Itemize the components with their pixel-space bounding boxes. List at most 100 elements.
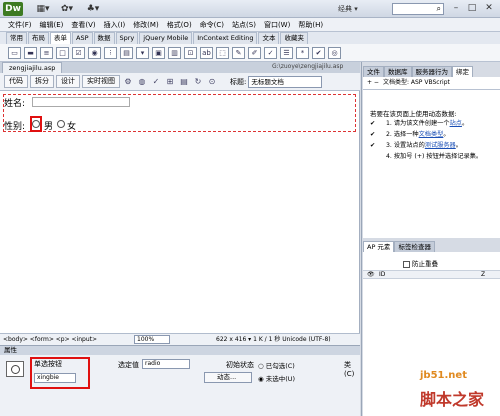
tab-bindings[interactable]: 绑定 — [452, 66, 473, 77]
menu-modify[interactable]: 修改(M) — [129, 18, 163, 31]
visual-aids-icon[interactable]: ⊙ — [206, 76, 218, 88]
preview-icon[interactable]: ▤ — [178, 76, 190, 88]
male-radio[interactable] — [32, 120, 40, 128]
document-type-link[interactable]: 文档类型 — [419, 131, 444, 138]
initial-checked-radio[interactable]: ○ 已勾选(C) — [258, 360, 295, 370]
maximize-icon[interactable]: □ — [464, 2, 480, 15]
dynamic-button[interactable]: 动态... — [204, 372, 252, 383]
spry-select-icon[interactable]: ☰ — [280, 46, 293, 59]
gear-icon[interactable]: ✿▾ — [58, 3, 76, 15]
search-input[interactable]: ⌕ — [392, 3, 444, 15]
tab-common[interactable]: 常用 — [6, 32, 27, 44]
tab-server-behaviors[interactable]: 服务器行为 — [411, 66, 452, 77]
female-radio[interactable] — [57, 120, 65, 128]
select-icon[interactable]: ▤ — [120, 46, 133, 59]
check-icon: ✔ — [370, 120, 376, 127]
menu-view[interactable]: 查看(V) — [67, 18, 99, 31]
checkbox-icon[interactable] — [403, 260, 410, 268]
initial-state-label: 初始状态 — [226, 361, 254, 369]
menu-window[interactable]: 窗口(W) — [260, 18, 294, 31]
minimize-icon[interactable]: – — [448, 2, 464, 15]
zoom-select[interactable]: 100% — [134, 335, 170, 344]
site-icon[interactable]: ♣▾ — [84, 3, 102, 15]
code-view-button[interactable]: 代码 — [4, 75, 28, 88]
menu-file[interactable]: 文件(F) — [4, 18, 36, 31]
workspace-switcher[interactable]: 经典 ▾ — [338, 3, 388, 15]
testing-server-link[interactable]: 测试服务器 — [425, 142, 456, 149]
tab-asp[interactable]: ASP — [72, 32, 93, 44]
close-icon[interactable]: ✕ — [481, 2, 497, 15]
title-label: 标题: — [230, 77, 247, 86]
step-number: 3. — [386, 142, 392, 149]
document-type: + − 文档类型: ASP VBScript — [363, 77, 500, 90]
tab-forms[interactable]: 表单 — [50, 32, 71, 44]
fieldset-icon[interactable]: ⬚ — [216, 46, 229, 59]
radio-icon[interactable]: ◉ — [88, 46, 101, 59]
spry-password-icon[interactable]: * — [296, 46, 309, 59]
element-type-label: 单选按钮 — [34, 360, 62, 368]
form-icon[interactable]: ▭ — [8, 46, 21, 59]
jump-menu-icon[interactable]: ▾ — [136, 46, 149, 59]
radio-name-input[interactable]: xingbie — [34, 373, 76, 383]
layout-icon[interactable]: ▦▾ — [34, 3, 52, 15]
step-4: 4. 按加号 (+) 按钮并选择记录集。 — [370, 153, 496, 173]
document-tab[interactable]: zengjiajilu.asp — [2, 62, 63, 73]
tab-tag-inspector[interactable]: 标签检查器 — [394, 241, 435, 252]
button-icon[interactable]: □ — [56, 46, 69, 59]
menu-help[interactable]: 帮助(H) — [294, 18, 327, 31]
eye-icon[interactable]: 👁 — [367, 271, 375, 279]
tab-layout[interactable]: 布局 — [28, 32, 49, 44]
prevent-overlap-checkbox[interactable]: 防止重叠 — [403, 258, 438, 268]
add-icon[interactable]: + − — [367, 79, 379, 86]
site-link[interactable]: 站点 — [450, 120, 462, 127]
menu-insert[interactable]: 插入(I) — [100, 18, 130, 31]
tab-incontext-editing[interactable]: InContext Editing — [193, 32, 258, 44]
menu-format[interactable]: 格式(O) — [163, 18, 196, 31]
spry-confirm-icon[interactable]: ✔ — [312, 46, 325, 59]
label-icon[interactable]: ab — [200, 46, 213, 59]
checkbox-icon[interactable]: ☑ — [72, 46, 85, 59]
name-input[interactable] — [32, 97, 130, 107]
tab-databases[interactable]: 数据库 — [384, 66, 412, 77]
spry-text-icon[interactable]: ✎ — [232, 46, 245, 59]
check-icon[interactable]: ✓ — [150, 76, 162, 88]
image-field-icon[interactable]: ▣ — [152, 46, 165, 59]
tab-text[interactable]: 文本 — [258, 32, 280, 44]
menu-commands[interactable]: 命令(C) — [196, 18, 228, 31]
ap-panel-tabs: AP 元素 标签检查器 — [363, 241, 500, 252]
split-view-button[interactable]: 拆分 — [30, 75, 54, 88]
panel-tabs: 文件 数据库 服务器行为 绑定 — [363, 66, 500, 77]
menu-edit[interactable]: 编辑(E) — [36, 18, 68, 31]
initial-unchecked-radio[interactable]: ◉ 未选中(U) — [258, 373, 295, 383]
spry-textarea-icon[interactable]: ✐ — [248, 46, 261, 59]
step-text: 选择一种 — [393, 131, 419, 138]
radio-group-icon[interactable]: ⁝ — [104, 46, 117, 59]
grid-icon[interactable]: ⊞ — [164, 76, 176, 88]
design-view-button[interactable]: 设计 — [56, 75, 80, 88]
button-field-icon[interactable]: ⊡ — [184, 46, 197, 59]
tag-selector[interactable]: <body> <form> <p> <input> — [3, 334, 97, 345]
document-title-input[interactable]: 无标题文档 — [248, 75, 323, 88]
tab-jquery-mobile[interactable]: jQuery Mobile — [139, 32, 193, 44]
file-field-icon[interactable]: ▥ — [168, 46, 181, 59]
design-canvas[interactable]: 姓名: 性别: 男 女 — [0, 91, 360, 333]
refresh-icon[interactable]: ↻ — [192, 76, 204, 88]
spry-radio-icon[interactable]: ◎ — [328, 46, 341, 59]
checked-value-input[interactable]: radio — [142, 359, 190, 369]
tab-spry[interactable]: Spry — [115, 32, 139, 44]
tab-data[interactable]: 数据 — [93, 32, 115, 44]
document-tab-bar: zengjiajilu.asp G:\zuoye\zengjiajilu.asp — [0, 62, 360, 73]
textarea-icon[interactable]: ≡ — [40, 46, 53, 59]
inspect-icon[interactable]: ⚙ — [122, 76, 134, 88]
globe-icon[interactable]: ◍ — [136, 76, 148, 88]
spry-checkbox-icon[interactable]: ✓ — [264, 46, 277, 59]
tab-files[interactable]: 文件 — [363, 66, 384, 77]
properties-header[interactable]: 属性 — [0, 345, 360, 355]
document-path: G:\zuoye\zengjiajilu.asp — [272, 63, 344, 70]
menu-site[interactable]: 站点(S) — [228, 18, 260, 31]
tab-favorites[interactable]: 收藏夹 — [280, 32, 308, 44]
live-view-button[interactable]: 实时视图 — [82, 75, 120, 88]
step-3: ✔ 3. 设置站点的测试服务器。 — [370, 142, 496, 152]
text-field-icon[interactable]: ▬ — [24, 46, 37, 59]
tab-ap-elements[interactable]: AP 元素 — [363, 241, 395, 252]
